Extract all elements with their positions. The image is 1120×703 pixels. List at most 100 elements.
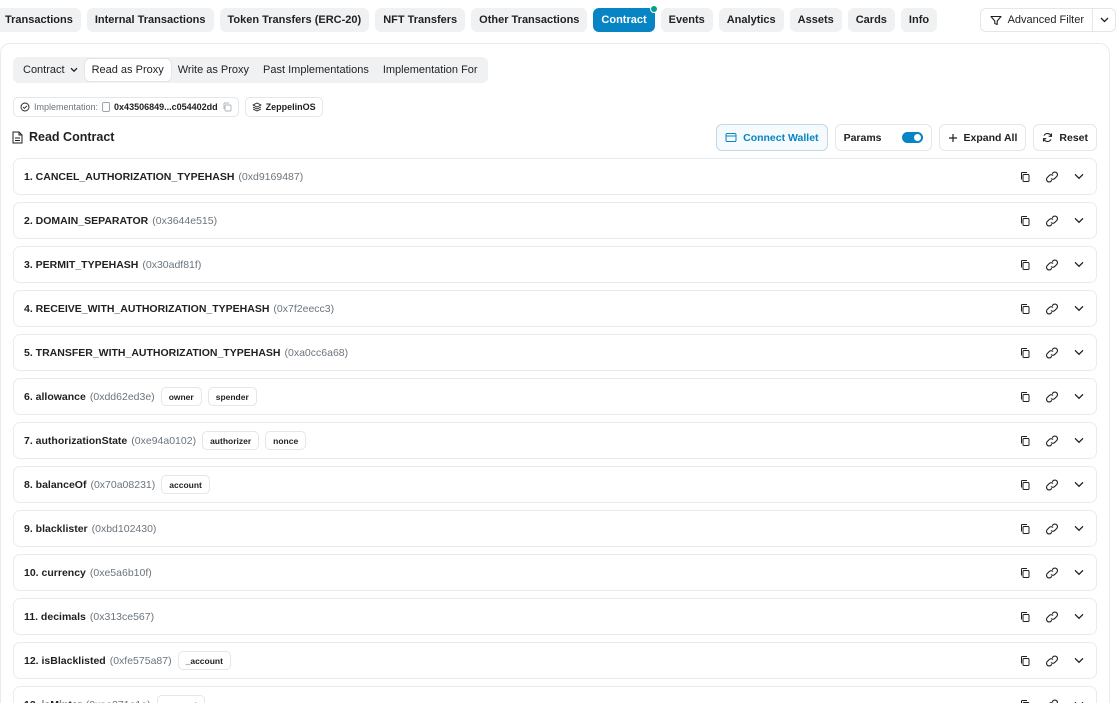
chevron-down-icon[interactable] <box>1072 346 1086 360</box>
subnav-past-implementations[interactable]: Past Implementations <box>256 59 376 81</box>
copy-icon[interactable] <box>1018 566 1032 580</box>
function-row[interactable]: 3. PERMIT_TYPEHASH (0x30adf81f) <box>13 246 1097 283</box>
tab-other-transactions[interactable]: Other Transactions <box>471 8 588 32</box>
function-row[interactable]: 13. isMinter (0xaa271e1a) account <box>13 686 1097 703</box>
top-tab-bar: Transactions Internal Transactions Token… <box>0 5 1120 32</box>
function-row[interactable]: 2. DOMAIN_SEPARATOR (0x3644e515) <box>13 202 1097 239</box>
tab-events[interactable]: Events <box>660 8 713 32</box>
function-name: 4. RECEIVE_WITH_AUTHORIZATION_TYPEHASH <box>24 302 270 315</box>
chevron-down-icon[interactable] <box>1072 170 1086 184</box>
layers-icon <box>252 102 262 112</box>
function-selector: (0x30adf81f) <box>142 258 202 271</box>
copy-icon[interactable] <box>1018 654 1032 668</box>
chevron-down-icon[interactable] <box>1072 434 1086 448</box>
connect-wallet-button[interactable]: Connect Wallet <box>716 124 828 151</box>
advanced-filter-label: Advanced Filter <box>1007 14 1084 26</box>
link-icon[interactable] <box>1045 258 1059 272</box>
function-row-actions <box>1018 335 1086 370</box>
function-row[interactable]: 6. allowance (0xdd62ed3e) owner spender <box>13 378 1097 415</box>
copy-icon[interactable] <box>1018 610 1032 624</box>
chevron-down-icon[interactable] <box>1072 654 1086 668</box>
copy-icon[interactable] <box>1018 346 1032 360</box>
copy-icon[interactable] <box>1018 698 1032 703</box>
function-row[interactable]: 1. CANCEL_AUTHORIZATION_TYPEHASH (0xd9169… <box>13 158 1097 195</box>
function-row-actions <box>1018 555 1086 590</box>
tab-nft-transfers[interactable]: NFT Transfers <box>375 8 466 32</box>
function-row[interactable]: 4. RECEIVE_WITH_AUTHORIZATION_TYPEHASH (0… <box>13 290 1097 327</box>
function-row-actions <box>1018 643 1086 678</box>
copy-icon[interactable] <box>1018 390 1032 404</box>
chevron-down-icon[interactable] <box>1072 302 1086 316</box>
function-row[interactable]: 5. TRANSFER_WITH_AUTHORIZATION_TYPEHASH(… <box>13 334 1097 371</box>
chevron-down-icon[interactable] <box>1072 478 1086 492</box>
function-selector: (0x3644e515) <box>152 214 218 227</box>
contract-subnav: Contract Read as Proxy Write as Proxy Pa… <box>13 57 488 83</box>
link-icon[interactable] <box>1045 566 1059 580</box>
copy-icon[interactable] <box>1018 522 1032 536</box>
chevron-down-icon[interactable] <box>1072 258 1086 272</box>
subnav-implementation-for[interactable]: Implementation For <box>376 59 485 81</box>
copy-icon[interactable] <box>222 102 232 112</box>
subnav-write-as-proxy[interactable]: Write as Proxy <box>171 59 256 81</box>
link-icon[interactable] <box>1045 654 1059 668</box>
function-name: 1. CANCEL_AUTHORIZATION_TYPEHASH <box>24 170 235 183</box>
document-icon <box>102 102 110 112</box>
copy-icon[interactable] <box>1018 434 1032 448</box>
function-row[interactable]: 11. decimals (0x313ce567) <box>13 598 1097 635</box>
tab-analytics[interactable]: Analytics <box>718 8 784 32</box>
link-icon[interactable] <box>1045 170 1059 184</box>
link-icon[interactable] <box>1045 214 1059 228</box>
tab-transactions[interactable]: Transactions <box>0 8 81 32</box>
chevron-down-icon[interactable] <box>1072 610 1086 624</box>
function-row[interactable]: 7. authorizationState (0xe94a0102) authori… <box>13 422 1097 459</box>
tab-assets[interactable]: Assets <box>789 8 842 32</box>
tab-info[interactable]: Info <box>900 8 938 32</box>
function-selector: (0xfe575a87) <box>109 654 172 667</box>
params-toggle[interactable]: Params <box>834 124 932 151</box>
function-row[interactable]: 10. currency (0xe5a6b10f) <box>13 554 1097 591</box>
copy-icon[interactable] <box>1018 170 1032 184</box>
link-icon[interactable] <box>1045 302 1059 316</box>
function-row[interactable]: 9. blacklister (0xbd102430) <box>13 510 1097 547</box>
tab-token-transfers[interactable]: Token Transfers (ERC-20) <box>219 8 370 32</box>
link-icon[interactable] <box>1045 434 1059 448</box>
tab-cards[interactable]: Cards <box>847 8 895 32</box>
chevron-down-icon[interactable] <box>1072 566 1086 580</box>
link-icon[interactable] <box>1045 698 1059 703</box>
function-row[interactable]: 8. balanceOf (0x70a08231) account <box>13 466 1097 503</box>
read-contract-title: Read Contract <box>29 130 115 144</box>
advanced-filter-caret[interactable] <box>1093 9 1115 31</box>
read-contract-controls: Connect Wallet Params Expand All Reset <box>716 124 1097 151</box>
tab-contract[interactable]: Contract <box>593 5 658 32</box>
function-row-actions <box>1018 291 1086 326</box>
reset-button[interactable]: Reset <box>1033 124 1097 151</box>
refresh-icon <box>1043 132 1053 143</box>
subnav-contract[interactable]: Contract <box>16 59 85 81</box>
advanced-filter-button[interactable]: Advanced Filter <box>981 9 1093 31</box>
link-icon[interactable] <box>1045 522 1059 536</box>
copy-icon[interactable] <box>1018 478 1032 492</box>
params-switch[interactable] <box>901 132 923 143</box>
link-icon[interactable] <box>1045 610 1059 624</box>
copy-icon[interactable] <box>1018 302 1032 316</box>
implementation-pill: Implementation: 0x43506849...c054402dd <box>13 97 239 117</box>
expand-all-button[interactable]: Expand All <box>938 124 1027 151</box>
link-icon[interactable] <box>1045 478 1059 492</box>
function-row-actions <box>1018 247 1086 282</box>
subnav-read-as-proxy[interactable]: Read as Proxy <box>84 59 171 81</box>
copy-icon[interactable] <box>1018 258 1032 272</box>
chevron-down-icon[interactable] <box>1072 214 1086 228</box>
chevron-down-icon[interactable] <box>1072 390 1086 404</box>
function-row-actions <box>1018 511 1086 546</box>
zeppelinos-tag: ZeppelinOS <box>244 97 323 117</box>
chevron-down-icon[interactable] <box>1072 698 1086 703</box>
link-icon[interactable] <box>1045 390 1059 404</box>
tab-internal-transactions[interactable]: Internal Transactions <box>86 8 214 32</box>
advanced-filter: Advanced Filter <box>979 8 1116 32</box>
function-row[interactable]: 12. isBlacklisted (0xfe575a87) _account <box>13 642 1097 679</box>
implementation-address-link[interactable]: 0x43506849...c054402dd <box>114 102 218 112</box>
chevron-down-icon[interactable] <box>1072 522 1086 536</box>
function-selector: (0x70a08231) <box>90 478 156 491</box>
copy-icon[interactable] <box>1018 214 1032 228</box>
link-icon[interactable] <box>1045 346 1059 360</box>
